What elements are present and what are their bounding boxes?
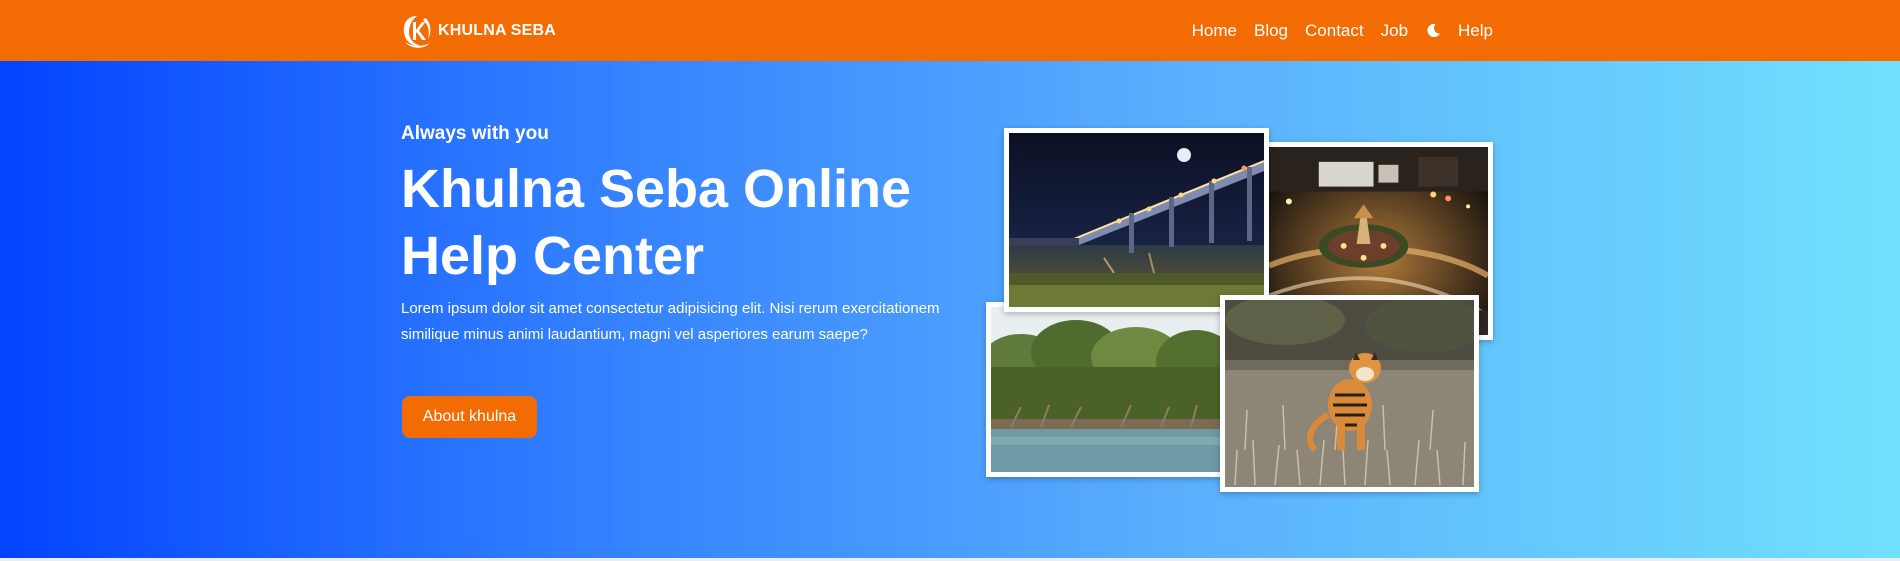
night-bridge-photo	[1004, 128, 1269, 312]
nav-blog-link[interactable]: Blog	[1254, 21, 1288, 41]
hero-section	[0, 61, 1900, 558]
k-swoosh-logo-icon	[403, 16, 431, 48]
moon-icon[interactable]	[1426, 23, 1441, 38]
nav-job-link[interactable]: Job	[1381, 21, 1408, 41]
hero-eyebrow: Always with you	[401, 123, 549, 144]
nav-menu: Home Blog Contact Job Help	[1192, 0, 1493, 61]
hero-description: Lorem ipsum dolor sit amet consectetur a…	[401, 300, 940, 343]
hero-title: Khulna Seba Online Help Center	[401, 159, 912, 286]
nav-contact-link[interactable]: Contact	[1305, 21, 1364, 41]
brand-name: KHULNA SEBA	[438, 22, 557, 39]
nav-help-link[interactable]: Help	[1458, 21, 1493, 41]
about-khulna-button[interactable]: About khulna	[402, 396, 537, 438]
brand-link[interactable]: KHULNA SEBA	[401, 11, 556, 51]
bengal-tiger-photo	[1220, 295, 1479, 492]
mangrove-forest-photo	[986, 302, 1228, 477]
nav-home-link[interactable]: Home	[1192, 21, 1237, 41]
navbar: KHULNA SEBA Home Blog Contact Job Help	[0, 0, 1900, 61]
